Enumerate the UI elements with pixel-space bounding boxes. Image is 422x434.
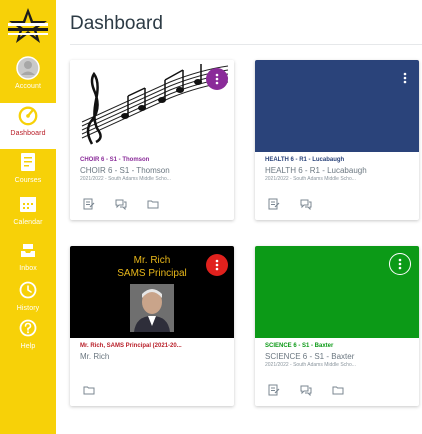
- nav-dashboard-label: Dashboard: [10, 130, 46, 137]
- card-options-button[interactable]: [395, 68, 415, 88]
- course-code: SCIENCE 6 - S1 - Baxter: [265, 352, 355, 361]
- discussions-icon[interactable]: [299, 197, 313, 211]
- kebab-icon: [403, 72, 407, 84]
- nav-calendar[interactable]: Calendar: [0, 192, 56, 238]
- card-options-button[interactable]: [389, 253, 411, 275]
- course-code: Mr. Rich: [80, 352, 110, 361]
- course-card-choir[interactable]: CHOIR 6 - S1 - Thomson CHOIR 6 - S1 - Th…: [70, 60, 234, 220]
- assignments-icon[interactable]: [267, 197, 281, 211]
- dashboard-icon: [16, 103, 40, 127]
- course-code: CHOIR 6 - S1 - Thomson: [80, 166, 170, 175]
- global-nav: Account Dashboard Courses Calendar Inbox…: [0, 0, 56, 434]
- help-icon: [16, 316, 40, 340]
- course-code: HEALTH 6 - R1 - Lucabaugh: [265, 166, 367, 175]
- assignments-icon[interactable]: [82, 197, 96, 211]
- kebab-icon: [398, 258, 402, 270]
- school-logo[interactable]: [6, 6, 50, 46]
- page-title: Dashboard: [70, 13, 163, 34]
- course-card-science[interactable]: SCIENCE 6 - S1 - Baxter SCIENCE 6 - S1 -…: [255, 246, 419, 406]
- calendar-icon: [16, 192, 40, 216]
- files-icon[interactable]: [82, 383, 96, 397]
- nav-inbox-label: Inbox: [19, 265, 37, 272]
- kebab-icon: [215, 73, 219, 85]
- course-term: 2021/2022 - South Adams Middle Scho...: [80, 176, 171, 182]
- nav-account[interactable]: Account: [0, 56, 56, 102]
- course-term: 2021/2022 - South Adams Middle Scho...: [265, 362, 356, 368]
- course-term: 2021/2022 - South Adams Middle Scho...: [265, 176, 356, 182]
- files-icon[interactable]: [146, 197, 160, 211]
- discussions-icon[interactable]: [299, 383, 313, 397]
- course-name[interactable]: HEALTH 6 - R1 - Lucabaugh: [265, 156, 413, 165]
- account-icon: [16, 56, 40, 80]
- course-name[interactable]: SCIENCE 6 - S1 - Baxter: [265, 342, 413, 351]
- card-options-button[interactable]: [206, 254, 228, 276]
- course-name[interactable]: CHOIR 6 - S1 - Thomson: [80, 156, 228, 165]
- kebab-icon: [215, 259, 219, 271]
- nav-help-label: Help: [20, 343, 36, 350]
- course-name[interactable]: Mr. Rich, SAMS Principal (2021-20...: [80, 342, 228, 351]
- nav-account-label: Account: [15, 83, 41, 90]
- nav-history-label: History: [16, 305, 40, 312]
- nav-dashboard[interactable]: Dashboard: [0, 103, 56, 149]
- principal-photo: [130, 284, 174, 332]
- nav-courses-label: Courses: [14, 177, 42, 184]
- header-divider: [70, 44, 422, 45]
- nav-help[interactable]: Help: [0, 316, 56, 362]
- discussions-icon[interactable]: [114, 197, 128, 211]
- inbox-icon: [16, 238, 40, 262]
- card-options-button[interactable]: [206, 68, 228, 90]
- course-card-health[interactable]: HEALTH 6 - R1 - Lucabaugh HEALTH 6 - R1 …: [255, 60, 419, 220]
- nav-calendar-label: Calendar: [13, 219, 43, 226]
- nav-courses[interactable]: Courses: [0, 150, 56, 196]
- assignments-icon[interactable]: [267, 383, 281, 397]
- course-card-principal[interactable]: Mr. Rich SAMS Principal Mr. Rich, SAMS P…: [70, 246, 234, 406]
- courses-icon: [16, 150, 40, 174]
- history-icon: [16, 278, 40, 302]
- files-icon[interactable]: [331, 383, 345, 397]
